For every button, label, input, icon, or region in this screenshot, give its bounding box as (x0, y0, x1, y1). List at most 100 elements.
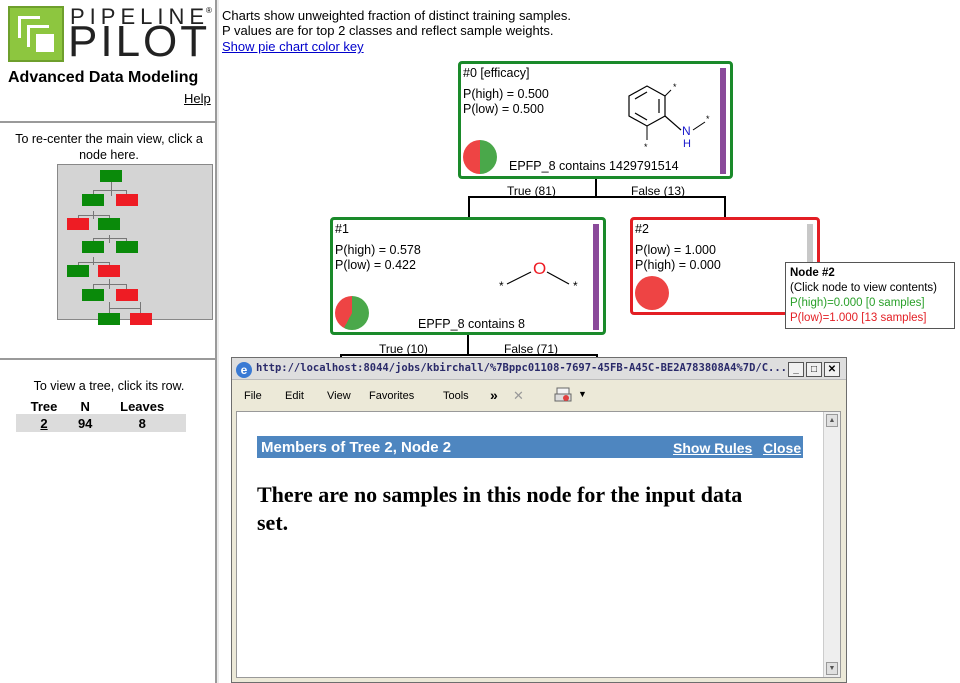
node-split-rule: EPFP_8 contains 1429791514 (509, 159, 679, 173)
tree-table: Tree N Leaves 2 94 8 (16, 398, 186, 432)
edge-label-true: True (81) (507, 184, 556, 198)
logo-mark-icon (8, 6, 64, 62)
popup-window: e http://localhost:8044/jobs/kbirchall/%… (231, 357, 847, 683)
node-id: #1 (335, 222, 349, 236)
sidebar: PIPELINE PILOT ® Advanced Data Modeling … (0, 0, 217, 683)
node-tooltip: Node #2 (Click node to view contents) P(… (785, 262, 955, 329)
mini-node[interactable] (116, 289, 138, 301)
svg-text:*: * (706, 114, 710, 124)
divider (0, 121, 215, 123)
svg-text:*: * (499, 279, 504, 293)
popup-url: http://localhost:8044/jobs/kbirchall/%7B… (256, 362, 786, 374)
mini-node[interactable] (100, 170, 122, 182)
svg-text:O: O (533, 259, 546, 278)
print-icon[interactable] (554, 386, 572, 404)
node-p-high: P(high) = 0.500 (463, 87, 549, 101)
leaves-cell: 8 (98, 414, 186, 432)
col-header-leaves: Leaves (120, 398, 165, 414)
info-note: Charts show unweighted fraction of disti… (222, 8, 572, 23)
scroll-up-icon[interactable]: ▲ (826, 414, 838, 427)
app-title: Advanced Data Modeling (8, 69, 199, 86)
svg-text:*: * (644, 142, 648, 152)
popup-content: Members of Tree 2, Node 2 Show Rules Clo… (236, 411, 841, 678)
close-link[interactable]: Close (763, 440, 801, 456)
node-p-low: P(low) = 0.500 (463, 102, 544, 116)
info-note: P values are for top 2 classes and refle… (222, 23, 554, 38)
molecule-structure: * * * N H (628, 82, 710, 152)
tree-link[interactable]: 2 (40, 416, 47, 431)
mini-node[interactable] (82, 194, 104, 206)
minimize-button[interactable]: _ (788, 362, 804, 377)
svg-text:H: H (683, 138, 691, 150)
menu-more-chevron-icon[interactable]: » (490, 387, 498, 403)
mini-node[interactable] (116, 241, 138, 253)
popup-menubar: File Edit View Favorites Tools » ✕ ▼ (232, 382, 846, 410)
tooltip-high: P(high)=0.000 [0 samples] (790, 297, 925, 309)
tooltip-title: Node #2 (790, 267, 835, 279)
node-p-low: P(low) = 1.000 (635, 243, 716, 257)
menu-close-icon[interactable]: ✕ (513, 388, 524, 404)
mini-node[interactable] (82, 241, 104, 253)
col-header-tree: Tree (30, 398, 58, 414)
tooltip-low: P(low)=1.000 [13 samples] (790, 312, 927, 324)
maximize-button[interactable]: □ (806, 362, 822, 377)
show-rules-link[interactable]: Show Rules (673, 440, 752, 456)
node-split-rule: EPFP_8 contains 8 (418, 317, 526, 331)
mini-node[interactable] (67, 265, 89, 277)
close-window-button[interactable]: ✕ (824, 362, 840, 377)
tree-node-1[interactable]: #1 P(high) = 0.578 P(low) = 0.422 O * * … (330, 217, 606, 335)
edge-label-false: False (13) (631, 184, 686, 198)
recenter-instructions: To re-center the main view, click a node… (15, 132, 203, 162)
members-header: Members of Tree 2, Node 2 Show Rules Clo… (257, 436, 803, 458)
empty-message: There are no samples in this node for th… (257, 482, 743, 535)
mini-node[interactable] (98, 313, 120, 325)
node-id: #2 (635, 222, 649, 236)
mini-node[interactable] (98, 265, 120, 277)
mini-node[interactable] (82, 289, 104, 301)
node-p-high: P(high) = 0.000 (635, 258, 721, 272)
tree-overview-map[interactable] (57, 164, 213, 325)
molecule-structure: O * * (499, 259, 578, 293)
node-pie-chart (463, 140, 497, 174)
node-id: #0 [efficacy] (463, 66, 530, 80)
popup-titlebar[interactable]: e http://localhost:8044/jobs/kbirchall/%… (232, 358, 846, 380)
menu-view[interactable]: View (327, 390, 351, 402)
mini-node[interactable] (67, 218, 89, 230)
node-pie-chart (635, 276, 669, 310)
scroll-down-icon[interactable]: ▼ (826, 662, 838, 675)
ie-browser-icon: e (236, 362, 252, 378)
node-scrollbar[interactable] (720, 68, 726, 174)
edge-label-false: False (71) (504, 342, 559, 356)
tree-id-cell[interactable]: 2 (16, 414, 73, 432)
logo-registered: ® (206, 6, 212, 15)
tooltip-subtitle: (Click node to view contents) (790, 282, 938, 294)
node-p-high: P(high) = 0.578 (335, 243, 421, 257)
pie-color-key-link[interactable]: Show pie chart color key (222, 39, 364, 54)
help-link[interactable]: Help (184, 91, 211, 106)
tree-node-0[interactable]: #0 [efficacy] P(high) = 0.500 P(low) = 0… (458, 61, 733, 179)
menu-tools[interactable]: Tools (443, 390, 469, 402)
mini-node[interactable] (98, 218, 120, 230)
menu-favorites[interactable]: Favorites (369, 390, 414, 402)
logo-text-bottom: PILOT (68, 17, 211, 66)
svg-text:*: * (673, 82, 677, 92)
members-title: Members of Tree 2, Node 2 (261, 439, 452, 456)
menu-edit[interactable]: Edit (285, 390, 304, 402)
popup-scrollbar[interactable]: ▲ ▼ (823, 412, 840, 677)
divider (0, 358, 215, 360)
col-header-n: N (80, 398, 90, 414)
node-p-low: P(low) = 0.422 (335, 258, 416, 272)
mini-node[interactable] (130, 313, 152, 325)
mini-node[interactable] (116, 194, 138, 206)
edge-label-true: True (10) (379, 342, 428, 356)
svg-text:N: N (682, 124, 691, 138)
table-row[interactable]: 2 94 8 (16, 414, 186, 432)
menu-file[interactable]: File (244, 390, 262, 402)
node-scrollbar[interactable] (593, 224, 599, 330)
node-pie-chart (335, 296, 369, 330)
print-dropdown-chevron-icon[interactable]: ▼ (578, 389, 587, 399)
view-tree-instructions: To view a tree, click its row. (33, 379, 185, 393)
n-cell: 94 (72, 414, 99, 432)
pipeline-pilot-logo: PIPELINE PILOT ® (4, 4, 212, 68)
svg-text:*: * (573, 279, 578, 293)
